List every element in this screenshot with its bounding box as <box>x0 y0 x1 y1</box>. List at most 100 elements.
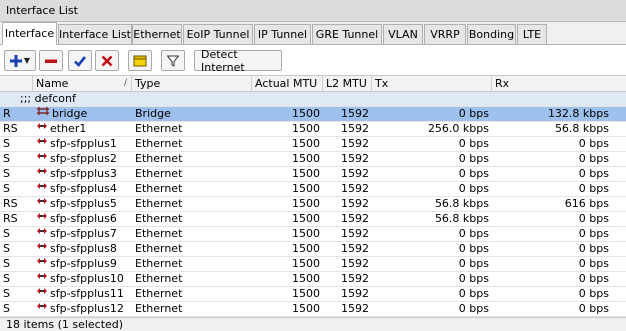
remove-button[interactable] <box>39 50 63 71</box>
cell-actual-mtu: 1500 <box>292 182 320 195</box>
col-name[interactable]: Name / <box>33 76 132 92</box>
col-tx[interactable]: Tx <box>372 76 492 92</box>
tab-vrrp[interactable]: VRRP <box>424 24 466 45</box>
table-row[interactable]: Ssfp-sfpplus11 Ethernet 1500 1592 0 bps 0 bps <box>0 287 626 302</box>
tab-interface[interactable]: Interface <box>2 22 57 45</box>
cell-l2-mtu: 1592 <box>341 227 369 240</box>
cell-name: sfp-sfpplus9 <box>33 257 132 272</box>
table-row[interactable]: Ssfp-sfpplus2 Ethernet 1500 1592 0 bps 0 bps <box>0 152 626 167</box>
cell-l2-mtu: 1592 <box>341 272 369 285</box>
tab-ip-tunnel[interactable]: IP Tunnel <box>254 24 311 45</box>
chevron-down-icon: ▼ <box>23 56 31 65</box>
cell-rx: 0 bps <box>578 242 609 255</box>
cell-tx: 0 bps <box>458 167 489 180</box>
tab-eoip-tunnel[interactable]: EoIP Tunnel <box>183 24 253 45</box>
cell-tx: 0 bps <box>458 302 489 315</box>
cell-l2-mtu: 1592 <box>341 197 369 210</box>
tab-vlan[interactable]: VLAN <box>383 24 423 45</box>
cell-name: sfp-sfpplus4 <box>33 182 132 197</box>
col-rx[interactable]: Rx <box>492 76 626 92</box>
table-row[interactable]: Ssfp-sfpplus4 Ethernet 1500 1592 0 bps 0 bps <box>0 182 626 197</box>
interface-name: ether1 <box>50 122 87 135</box>
cell-l2-mtu: 1592 <box>341 137 369 150</box>
table-row[interactable]: Ssfp-sfpplus1 Ethernet 1500 1592 0 bps 0 bps <box>0 137 626 152</box>
cell-flag: S <box>3 257 10 270</box>
col-name-label: Name <box>36 77 69 90</box>
cell-flag: S <box>3 152 10 165</box>
interface-name: sfp-sfpplus12 <box>50 302 124 315</box>
interface-name: sfp-sfpplus3 <box>50 167 117 180</box>
cell-actual-mtu: 1500 <box>292 227 320 240</box>
cell-flag: S <box>3 182 10 195</box>
table-row[interactable]: Rbridge Bridge 1500 1592 0 bps 132.8 kbps <box>0 107 626 122</box>
table-row[interactable]: Ssfp-sfpplus7 Ethernet 1500 1592 0 bps 0 bps <box>0 227 626 242</box>
cell-actual-mtu: 1500 <box>292 287 320 300</box>
cell-type: Ethernet <box>135 167 183 180</box>
cell-name: sfp-sfpplus7 <box>33 227 132 242</box>
cell-type: Bridge <box>135 107 171 120</box>
table-header: Name / Type Actual MTU L2 MTU Tx Rx <box>0 75 626 92</box>
table-row[interactable]: Ssfp-sfpplus9 Ethernet 1500 1592 0 bps 0 bps <box>0 257 626 272</box>
status-text: 18 items (1 selected) <box>6 318 124 331</box>
sort-indicator: / <box>123 78 127 88</box>
col-flags[interactable] <box>0 76 33 92</box>
table-row[interactable]: Ssfp-sfpplus3 Ethernet 1500 1592 0 bps 0 bps <box>0 167 626 182</box>
filter-button[interactable] <box>161 50 185 71</box>
cell-tx: 56.8 kbps <box>434 212 489 225</box>
cell-flag: RS <box>3 197 18 210</box>
cell-rx: 0 bps <box>578 152 609 165</box>
table-row[interactable]: Ssfp-sfpplus12 Ethernet 1500 1592 0 bps 0 bps <box>0 302 626 317</box>
col-type[interactable]: Type <box>132 76 252 92</box>
table-row[interactable]: Ssfp-sfpplus8 Ethernet 1500 1592 0 bps 0 bps <box>0 242 626 257</box>
cell-actual-mtu: 1500 <box>292 212 320 225</box>
ethernet-icon <box>36 257 48 270</box>
cell-tx: 0 bps <box>458 242 489 255</box>
tab-interface-list[interactable]: Interface List <box>58 24 132 45</box>
tab-ethernet[interactable]: Ethernet <box>132 24 182 45</box>
comment-button[interactable] <box>128 50 152 71</box>
enable-button[interactable] <box>68 50 92 71</box>
cell-rx: 132.8 kbps <box>547 107 609 120</box>
disable-button[interactable] <box>95 50 119 71</box>
ethernet-icon <box>36 197 48 210</box>
ethernet-icon <box>36 242 48 255</box>
cell-name: sfp-sfpplus3 <box>33 167 132 182</box>
cell-tx: 0 bps <box>458 182 489 195</box>
col-l2-mtu[interactable]: L2 MTU <box>323 76 372 92</box>
cell-l2-mtu: 1592 <box>341 302 369 315</box>
cell-type: Ethernet <box>135 152 183 165</box>
add-button[interactable]: ▼ <box>4 50 36 71</box>
cell-type: Ethernet <box>135 197 183 210</box>
table-row[interactable]: RS sfp-sfpplus5 Ethernet 1500 1592 56.8 kbps 6… <box>0 197 626 212</box>
interface-table: Name / Type Actual MTU L2 MTU Tx Rx ;;; … <box>0 75 626 317</box>
detect-internet-button[interactable]: Detect Internet <box>194 48 282 74</box>
ethernet-icon <box>36 287 48 300</box>
tab-bonding[interactable]: Bonding <box>467 24 516 45</box>
x-icon <box>101 55 113 67</box>
tab-lte[interactable]: LTE <box>517 24 547 45</box>
table-row[interactable]: RS sfp-sfpplus6 Ethernet 1500 1592 56.8 kbps 0… <box>0 212 626 227</box>
cell-tx: 256.0 kbps <box>427 122 489 135</box>
cell-type: Ethernet <box>135 287 183 300</box>
cell-actual-mtu: 1500 <box>292 137 320 150</box>
note-icon <box>133 55 147 67</box>
cell-name: sfp-sfpplus6 <box>33 212 132 227</box>
cell-type: Ethernet <box>135 137 183 150</box>
bridge-icon <box>36 107 50 120</box>
table-row[interactable]: RS ether1 Ethernet 1500 1592 256.0 kbps 56.8 k… <box>0 122 626 137</box>
col-actual-mtu[interactable]: Actual MTU <box>252 76 323 92</box>
cell-tx: 0 bps <box>458 257 489 270</box>
cell-rx: 0 bps <box>578 302 609 315</box>
cell-rx: 0 bps <box>578 227 609 240</box>
cell-tx: 0 bps <box>458 272 489 285</box>
cell-rx: 0 bps <box>578 167 609 180</box>
cell-tx: 0 bps <box>458 287 489 300</box>
tab-gre-tunnel[interactable]: GRE Tunnel <box>312 24 382 45</box>
ethernet-icon <box>36 227 48 240</box>
cell-rx: 0 bps <box>578 212 609 225</box>
cell-tx: 0 bps <box>458 107 489 120</box>
cell-actual-mtu: 1500 <box>292 257 320 270</box>
table-row[interactable]: Ssfp-sfpplus10 Ethernet 1500 1592 0 bps 0 bps <box>0 272 626 287</box>
interface-name: sfp-sfpplus1 <box>50 137 117 150</box>
cell-l2-mtu: 1592 <box>341 212 369 225</box>
